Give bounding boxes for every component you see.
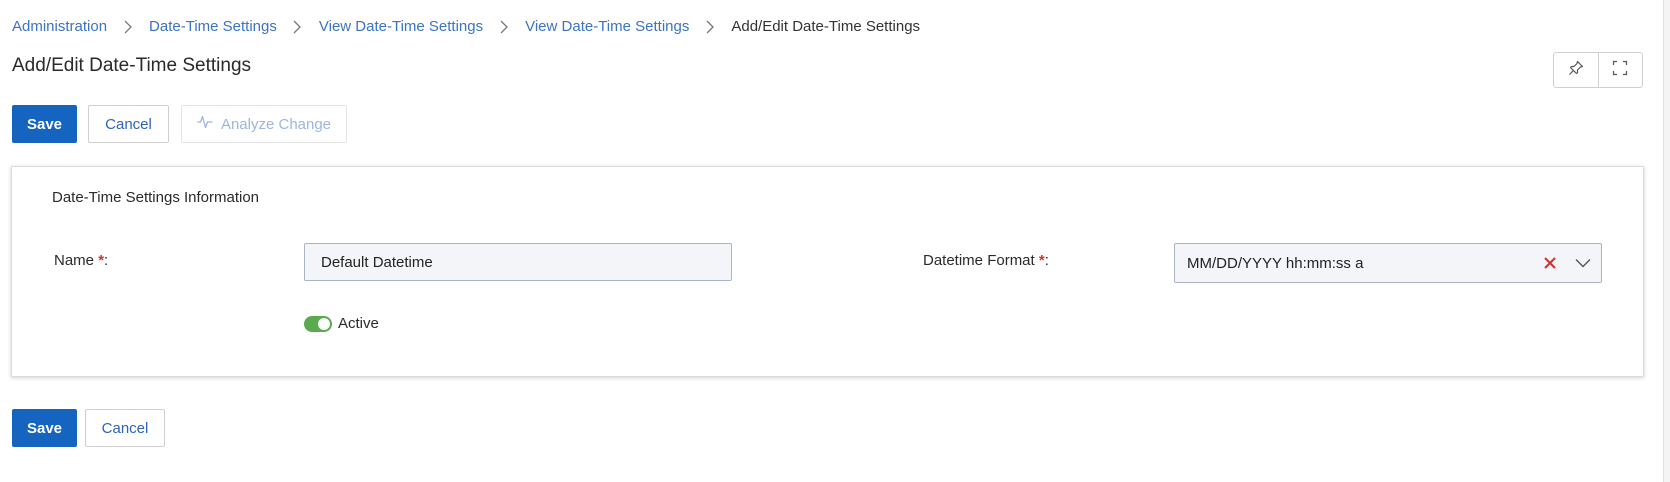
cancel-button[interactable]: Cancel <box>88 105 169 143</box>
analyze-change-label: Analyze Change <box>220 115 332 133</box>
footer-cancel-button[interactable]: Cancel <box>85 409 165 447</box>
breadcrumb-view-date-time-settings[interactable]: View Date-Time Settings <box>319 18 483 35</box>
active-toggle-group: Active <box>304 315 379 332</box>
toggle-knob <box>318 317 330 330</box>
breadcrumb: Administration Date-Time Settings View D… <box>12 15 920 37</box>
name-input[interactable]: Default Datetime <box>304 243 732 281</box>
date-time-settings-card: Date-Time Settings Information Name *: D… <box>11 166 1644 377</box>
analyze-change-button[interactable]: Analyze Change <box>181 105 347 143</box>
breadcrumb-current: Add/Edit Date-Time Settings <box>731 17 921 35</box>
fullscreen-button[interactable] <box>1597 53 1643 87</box>
footer-save-button[interactable]: Save <box>12 409 77 447</box>
pin-button[interactable] <box>1554 53 1598 87</box>
scrollbar[interactable] <box>1663 0 1670 482</box>
view-tools <box>1553 52 1643 88</box>
breadcrumb-administration[interactable]: Administration <box>12 18 107 35</box>
active-label: Active <box>338 315 379 332</box>
section-title: Date-Time Settings Information <box>52 189 260 206</box>
fullscreen-icon <box>1612 60 1628 81</box>
breadcrumb-date-time-settings[interactable]: Date-Time Settings <box>149 18 277 35</box>
chevron-down-icon[interactable] <box>1565 258 1601 268</box>
chevron-right-icon <box>107 18 149 34</box>
save-button[interactable]: Save <box>12 105 77 143</box>
chevron-right-icon <box>483 18 525 34</box>
breadcrumb-view-date-time-settings-2[interactable]: View Date-Time Settings <box>525 18 689 35</box>
chevron-right-icon <box>277 18 319 34</box>
active-toggle[interactable] <box>304 315 332 332</box>
datetime-format-value: MM/DD/YYYY hh:mm:ss a <box>1187 254 1364 272</box>
datetime-format-label: Datetime Format *: <box>923 252 1049 269</box>
pin-icon <box>1568 60 1584 81</box>
datetime-format-select[interactable]: MM/DD/YYYY hh:mm:ss a <box>1174 243 1602 283</box>
page-title: Add/Edit Date-Time Settings <box>12 55 252 76</box>
chevron-right-icon <box>689 18 731 34</box>
clear-icon[interactable] <box>1535 256 1565 270</box>
pulse-icon <box>197 115 213 133</box>
name-label: Name *: <box>54 252 109 269</box>
